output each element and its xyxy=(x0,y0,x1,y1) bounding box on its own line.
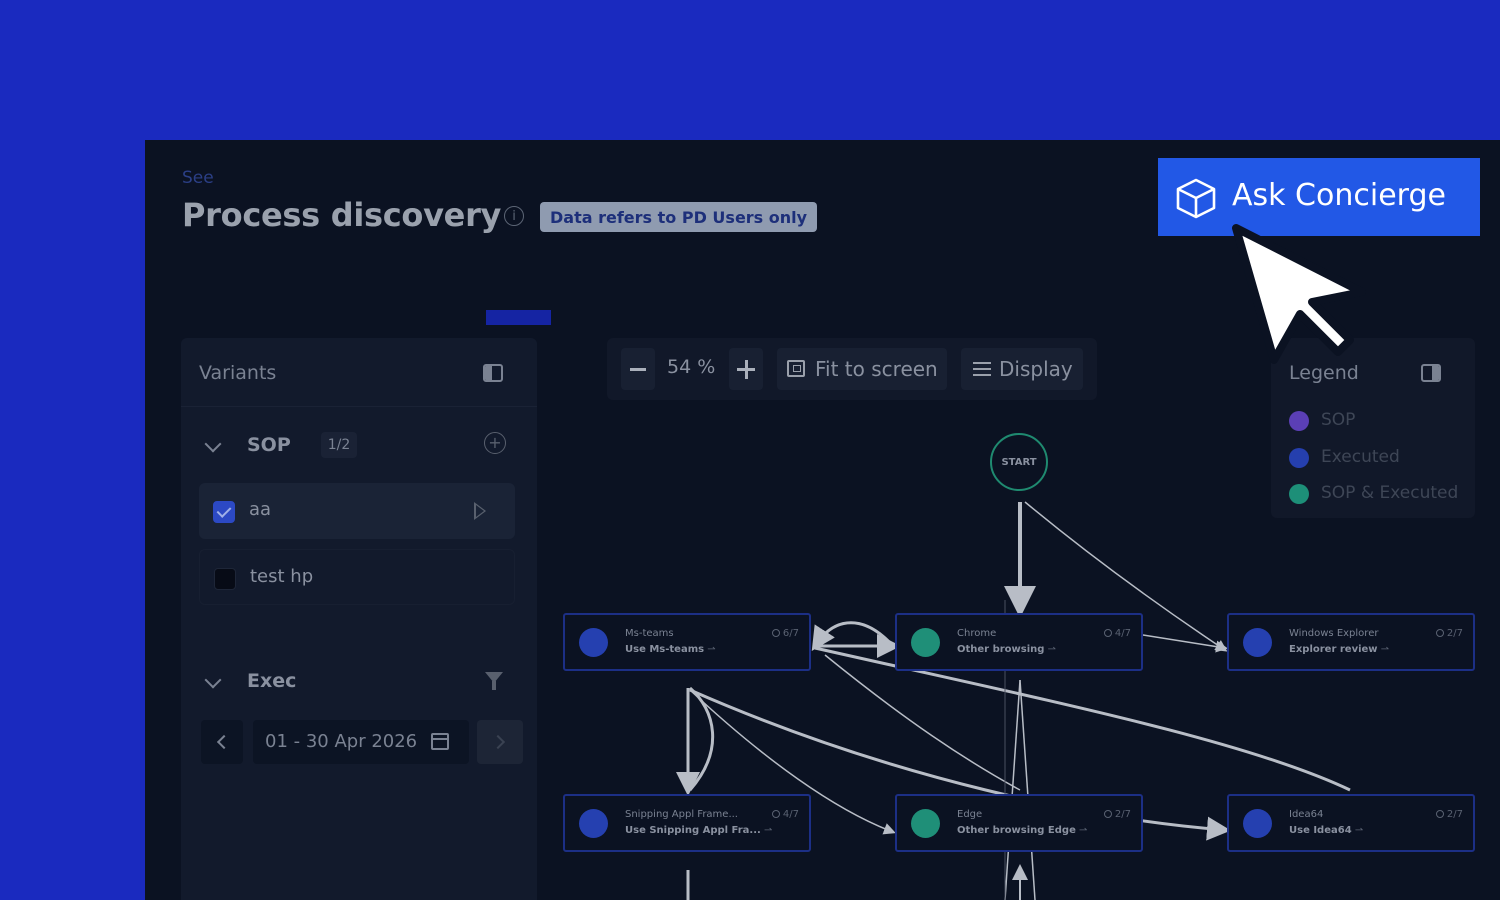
zoom-in-button[interactable] xyxy=(729,348,763,390)
fit-to-screen-button[interactable]: Fit to screen xyxy=(777,348,947,390)
chevron-down-icon[interactable] xyxy=(204,435,222,453)
variant-label: test hp xyxy=(250,566,314,587)
panel-collapse-icon[interactable] xyxy=(483,364,503,382)
node-activity: Explorer review xyxy=(1289,644,1389,655)
exec-section-label: Exec xyxy=(247,670,297,692)
cube-icon xyxy=(1176,178,1216,219)
node-user-count: 6/7 xyxy=(771,628,799,639)
variants-panel-header: Variants xyxy=(181,338,537,407)
node-activity: Other browsing xyxy=(957,644,1056,655)
node-status-dot xyxy=(1243,809,1272,838)
user-icon xyxy=(1103,810,1112,818)
node-activity: Other browsing Edge xyxy=(957,825,1087,836)
edge-chrome-explorer xyxy=(1142,634,1228,653)
node-user-count: 2/7 xyxy=(1435,809,1463,820)
panel-collapse-icon[interactable] xyxy=(1421,364,1441,382)
edge-chrome-edge2 xyxy=(1019,679,1036,900)
sop-section-header[interactable]: SOP 1/2 + xyxy=(181,426,537,466)
node-app-name: Idea64 xyxy=(1289,809,1324,820)
info-icon[interactable]: i xyxy=(504,206,524,226)
user-icon xyxy=(1435,810,1444,818)
legend-label: SOP & Executed xyxy=(1321,483,1459,503)
variants-title: Variants xyxy=(199,362,277,384)
node-app-name: Ms-teams xyxy=(625,628,674,639)
variant-item-test-hp[interactable]: test hp xyxy=(199,549,515,605)
graph-node-ms-teams[interactable]: Ms-teams Use Ms-teams 6/7 xyxy=(563,613,811,671)
page-title: Process discovery xyxy=(182,196,502,234)
variant-checkbox[interactable] xyxy=(214,568,236,590)
date-prev-button[interactable] xyxy=(201,720,243,764)
display-button[interactable]: Display xyxy=(961,348,1083,390)
graph-node-chrome[interactable]: Chrome Other browsing 4/7 xyxy=(895,613,1143,671)
edge-snip-teams xyxy=(688,686,714,791)
sop-section-label: SOP xyxy=(247,434,291,456)
chevron-down-icon[interactable] xyxy=(204,671,222,689)
edge-chrome-edge xyxy=(1004,679,1021,900)
date-range-value: 01 - 30 Apr 2026 xyxy=(265,731,418,752)
node-user-count: 4/7 xyxy=(771,809,799,820)
edge-chrome-teams xyxy=(811,621,895,652)
node-status-dot xyxy=(579,628,608,657)
minus-icon xyxy=(630,368,646,371)
node-app-name: Chrome xyxy=(957,628,997,639)
node-status-dot xyxy=(579,809,608,838)
graph-toolbar: 54 % Fit to screen Display xyxy=(607,338,1097,400)
display-label: Display xyxy=(999,357,1073,381)
edge-teams-edge xyxy=(824,654,1021,791)
fit-screen-icon xyxy=(787,360,805,377)
exec-section-header[interactable]: Exec xyxy=(181,662,537,702)
active-tab-indicator xyxy=(486,310,551,325)
calendar-icon[interactable] xyxy=(431,733,449,750)
node-status-dot xyxy=(1243,628,1272,657)
sop-count-badge: 1/2 xyxy=(321,432,357,458)
mouse-pointer-icon xyxy=(1232,224,1366,364)
variants-panel: Variants SOP 1/2 + aa test hp Exec 01 - … xyxy=(181,338,537,900)
data-scope-badge: Data refers to PD Users only xyxy=(540,202,818,232)
user-icon xyxy=(1103,629,1112,637)
ask-concierge-label: Ask Concierge xyxy=(1232,178,1446,213)
user-icon xyxy=(1435,629,1444,637)
node-activity: Use Ms-teams xyxy=(625,644,716,655)
add-circle-icon[interactable]: + xyxy=(484,432,506,454)
zoom-out-button[interactable] xyxy=(621,348,655,390)
zoom-level: 54 % xyxy=(667,356,716,378)
sliders-icon xyxy=(973,361,991,377)
date-range-picker[interactable]: 01 - 30 Apr 2026 xyxy=(253,720,469,764)
legend-dot xyxy=(1289,448,1309,468)
variant-checkbox[interactable] xyxy=(213,501,235,523)
legend-label: SOP xyxy=(1321,410,1356,430)
node-user-count: 4/7 xyxy=(1103,628,1131,639)
graph-node-windows-explorer[interactable]: Windows Explorer Explorer review 2/7 xyxy=(1227,613,1475,671)
start-node[interactable]: START xyxy=(990,433,1048,491)
node-user-count: 2/7 xyxy=(1435,628,1463,639)
legend-label: Executed xyxy=(1321,447,1400,467)
variant-label: aa xyxy=(249,499,272,520)
legend-dot xyxy=(1289,411,1309,431)
filter-icon[interactable] xyxy=(485,672,503,690)
user-icon xyxy=(771,629,780,637)
breadcrumb[interactable]: See xyxy=(182,168,214,188)
node-user-count: 2/7 xyxy=(1103,809,1131,820)
node-activity: Use Snipping Appl Fra... xyxy=(625,825,772,836)
date-next-button[interactable] xyxy=(477,720,523,764)
node-status-dot xyxy=(911,628,940,657)
fit-to-screen-label: Fit to screen xyxy=(815,357,938,381)
node-app-name: Edge xyxy=(957,809,983,820)
graph-node-edge[interactable]: Edge Other browsing Edge 2/7 xyxy=(895,794,1143,852)
user-icon xyxy=(771,810,780,818)
node-app-name: Snipping Appl Frame... xyxy=(625,809,738,820)
legend-dot xyxy=(1289,484,1309,504)
node-activity: Use Idea64 xyxy=(1289,825,1363,836)
node-app-name: Windows Explorer xyxy=(1289,628,1379,639)
variant-item-aa[interactable]: aa xyxy=(199,483,515,539)
graph-node-idea64[interactable]: Idea64 Use Idea64 2/7 xyxy=(1227,794,1475,852)
node-status-dot xyxy=(911,809,940,838)
play-icon[interactable] xyxy=(474,502,486,520)
graph-node-snipping[interactable]: Snipping Appl Frame... Use Snipping Appl… xyxy=(563,794,811,852)
